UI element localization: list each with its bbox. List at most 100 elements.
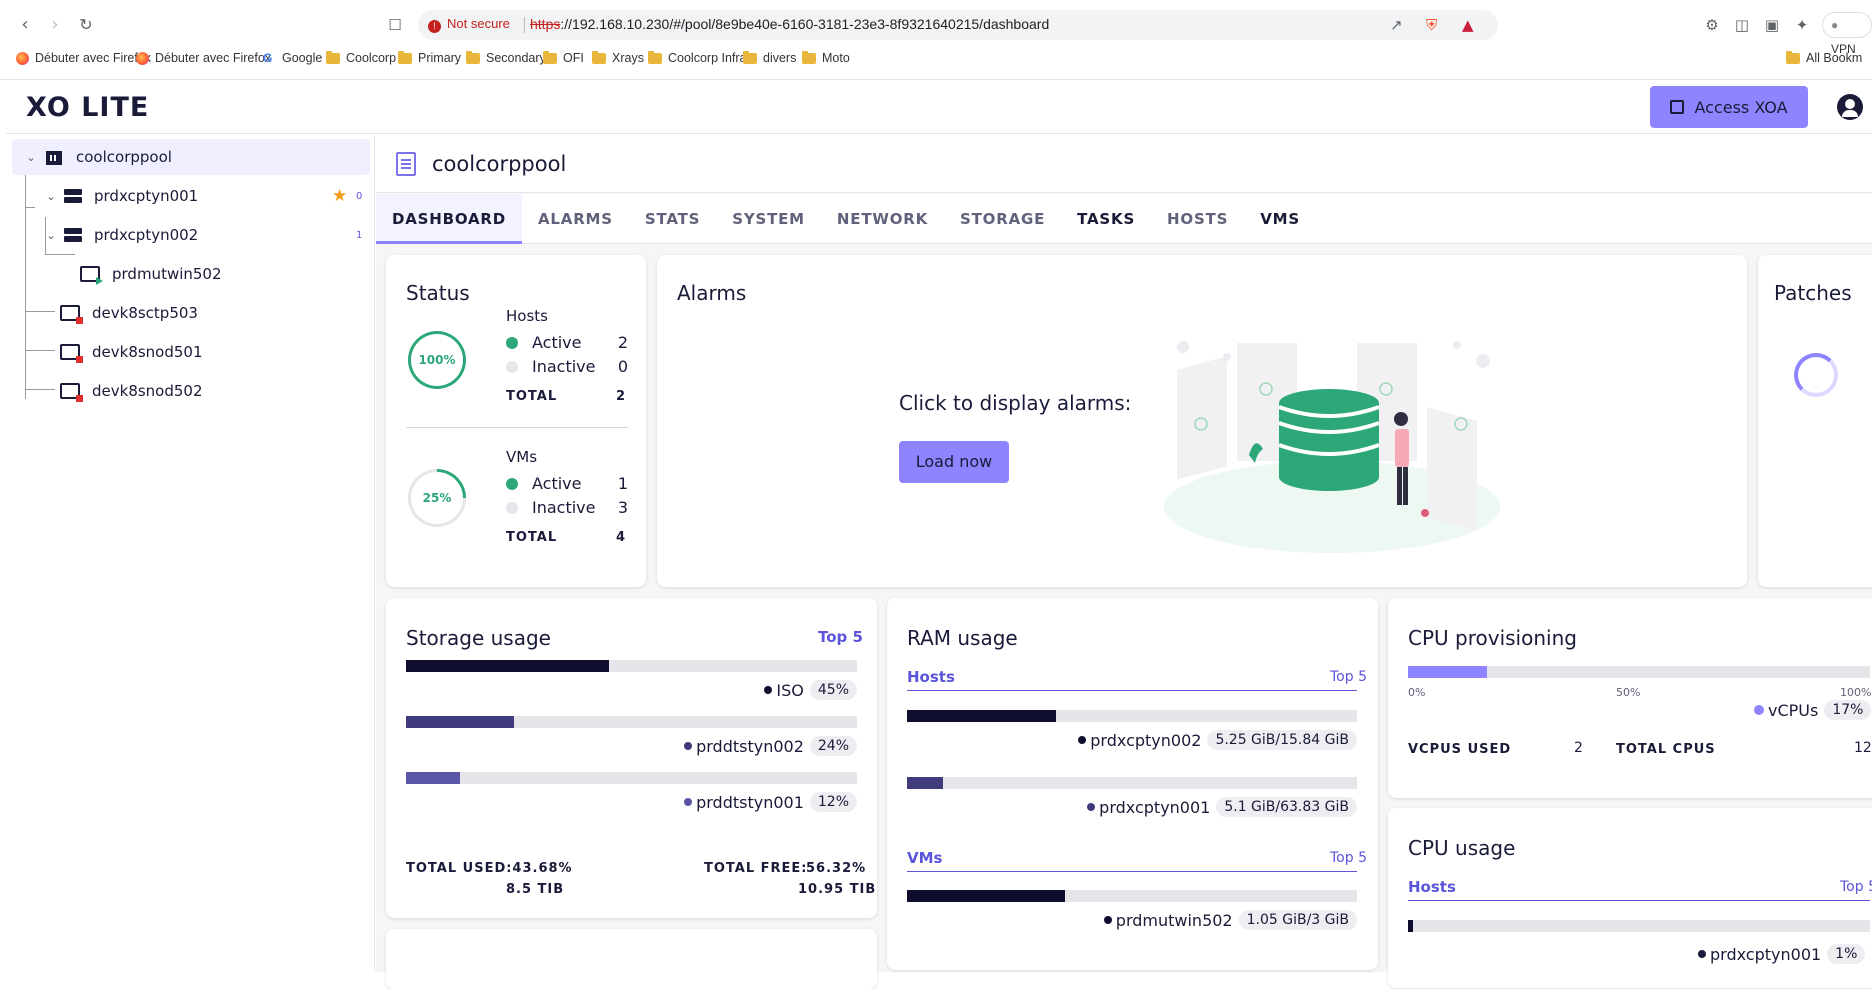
hosts-total: 2 xyxy=(616,389,627,404)
tree-item-vm[interactable]: devk8snod502 xyxy=(60,373,360,409)
server-icon xyxy=(64,189,82,203)
tree-item-vm[interactable]: devk8sctp503 xyxy=(60,295,360,331)
back-icon[interactable]: ‹ xyxy=(14,14,36,36)
usage-legend: prdxcptyn001 1% xyxy=(1698,944,1866,964)
user-account-icon[interactable] xyxy=(1837,94,1863,120)
warning-icon: ! xyxy=(428,20,441,33)
chevron-down-icon[interactable]: ⌄ xyxy=(44,190,58,203)
legend-dot xyxy=(1754,705,1764,715)
usage-fill xyxy=(907,890,1065,902)
bookmark-item[interactable]: Débuter avec Firefox xyxy=(136,51,271,65)
firefox-icon xyxy=(16,51,29,65)
card-title: Status xyxy=(406,281,470,305)
vms-inactive-row: Inactive 3 xyxy=(506,498,628,517)
next-card xyxy=(386,929,877,989)
card-title: Storage usage xyxy=(406,626,551,650)
access-xoa-button[interactable]: Access XOA xyxy=(1650,86,1808,128)
folder-icon xyxy=(648,50,662,64)
tab-alarms[interactable]: ALARMS xyxy=(522,194,629,244)
all-bookmarks[interactable]: All Bookm xyxy=(1786,50,1862,65)
folder-icon xyxy=(743,50,757,64)
google-icon: G xyxy=(263,50,273,65)
usage-bar xyxy=(406,772,857,784)
legend-dot xyxy=(684,798,693,806)
tab-hosts[interactable]: HOSTS xyxy=(1151,194,1244,244)
address-bar[interactable]: ! Not secure https://192.168.10.230/#/poo… xyxy=(418,10,1498,40)
folder-icon xyxy=(592,50,606,64)
tree-item-host[interactable]: ⌄ prdxcptyn001 ★ 0 xyxy=(32,178,372,214)
top5-link[interactable]: Top 5 xyxy=(818,628,863,646)
server-icon xyxy=(64,228,82,242)
url-text[interactable]: https://192.168.10.230/#/pool/8e9be40e-6… xyxy=(530,16,1049,32)
tab-vms[interactable]: VMS xyxy=(1244,194,1316,244)
bookmark-item[interactable]: Primary xyxy=(398,50,461,65)
vm-monitor-icon xyxy=(60,305,83,324)
vpn-button[interactable]: ● VPN xyxy=(1822,12,1872,56)
chevron-down-icon[interactable]: ⌄ xyxy=(24,151,38,164)
usage-legend: prdxcptyn001 5.1 GiB/63.83 GiB xyxy=(1087,797,1357,817)
usage-fill xyxy=(907,710,1056,722)
folder-icon xyxy=(1786,50,1800,64)
usage-bar xyxy=(406,716,857,728)
bookmark-item[interactable]: OFI xyxy=(543,50,584,65)
tab-storage[interactable]: STORAGE xyxy=(944,194,1061,244)
tab-dashboard[interactable]: DASHBOARD xyxy=(376,194,523,244)
bookmark-item[interactable]: Coolcorp xyxy=(326,50,396,65)
tab-tasks[interactable]: TASKS xyxy=(1061,194,1151,244)
chevron-down-icon[interactable]: ⌄ xyxy=(44,229,58,242)
usage-bar xyxy=(907,890,1357,902)
bookmark-item[interactable]: divers xyxy=(743,50,796,65)
brave-shield-icon[interactable]: ⛨ xyxy=(1426,16,1437,34)
sidebar-toggle-icon[interactable]: ◫ xyxy=(1731,14,1753,36)
tree-item-vm[interactable]: prdmutwin502 xyxy=(80,256,360,292)
bookmark-item[interactable]: Moto xyxy=(802,50,850,65)
usage-legend: prdxcptyn002 5.25 GiB/15.84 GiB xyxy=(1078,730,1357,750)
tab-stats[interactable]: STATS xyxy=(629,194,716,244)
vpn-status-icon: ● xyxy=(1831,18,1839,32)
load-alarms-button[interactable]: Load now xyxy=(899,441,1009,483)
hosts-inactive-row: Inactive 0 xyxy=(506,357,628,376)
card-title: CPU provisioning xyxy=(1408,626,1577,650)
vm-count-badge: 0 xyxy=(356,190,363,202)
app-logo[interactable]: XO LITE xyxy=(26,92,149,123)
top5-link[interactable]: Top 5 xyxy=(1330,850,1367,866)
usage-fill xyxy=(406,660,609,672)
legend-dot xyxy=(1103,916,1112,924)
bookmark-item[interactable]: G Google xyxy=(263,51,322,65)
vm-monitor-icon xyxy=(80,266,103,285)
bookmark-item[interactable]: Débuter avec Firefox xyxy=(16,51,151,65)
share-icon[interactable]: ↗ xyxy=(1390,16,1403,34)
card-title: Alarms xyxy=(677,281,747,305)
tab-system[interactable]: SYSTEM xyxy=(716,194,821,244)
legend-dot xyxy=(1698,950,1706,958)
total-cpus-value: 12 xyxy=(1854,740,1872,756)
alarms-card: Alarms Click to display alarms: Load now xyxy=(657,255,1747,587)
tab-network[interactable]: NETWORK xyxy=(821,194,944,244)
forward-icon[interactable]: › xyxy=(44,14,66,36)
brave-rewards-icon[interactable]: ▲ xyxy=(1462,16,1474,34)
reload-icon[interactable]: ↻ xyxy=(75,14,97,36)
tree-item-vm[interactable]: devk8snod501 xyxy=(60,334,360,370)
ram-usage-card: RAM usage Hosts Top 5 prdxcptyn002 5.25 G… xyxy=(887,598,1378,970)
legend-dot xyxy=(764,686,773,694)
status-card: Status 100% Hosts Active 2 Inactive 0 TOTA… xyxy=(386,255,646,587)
legend-dot xyxy=(1078,736,1087,744)
vms-total: 4 xyxy=(616,530,627,545)
top5-link[interactable]: Top 5 xyxy=(1840,879,1872,895)
halted-status-icon xyxy=(76,395,83,402)
wallet-icon[interactable]: ▣ xyxy=(1761,14,1783,36)
tree-item-pool[interactable]: ⌄ coolcorppool xyxy=(12,139,370,175)
bookmark-page-icon[interactable]: ☐ xyxy=(384,14,406,36)
active-dot xyxy=(506,477,518,490)
bookmark-item[interactable]: Coolcorp Infra xyxy=(648,50,747,65)
folder-icon xyxy=(466,50,480,64)
halted-status-icon xyxy=(76,317,83,324)
extensions-icon[interactable]: ⚙ xyxy=(1701,14,1723,36)
cpu-provisioning-fill xyxy=(1408,666,1487,678)
leo-ai-icon[interactable]: ✦ xyxy=(1791,14,1813,36)
tree-item-host[interactable]: ⌄ prdxcptyn002 1 xyxy=(32,217,372,253)
security-indicator[interactable]: ! Not secure xyxy=(428,16,510,33)
top5-link[interactable]: Top 5 xyxy=(1330,669,1367,685)
bookmark-item[interactable]: Xrays xyxy=(592,50,644,65)
bookmark-item[interactable]: Secondary xyxy=(466,50,546,65)
